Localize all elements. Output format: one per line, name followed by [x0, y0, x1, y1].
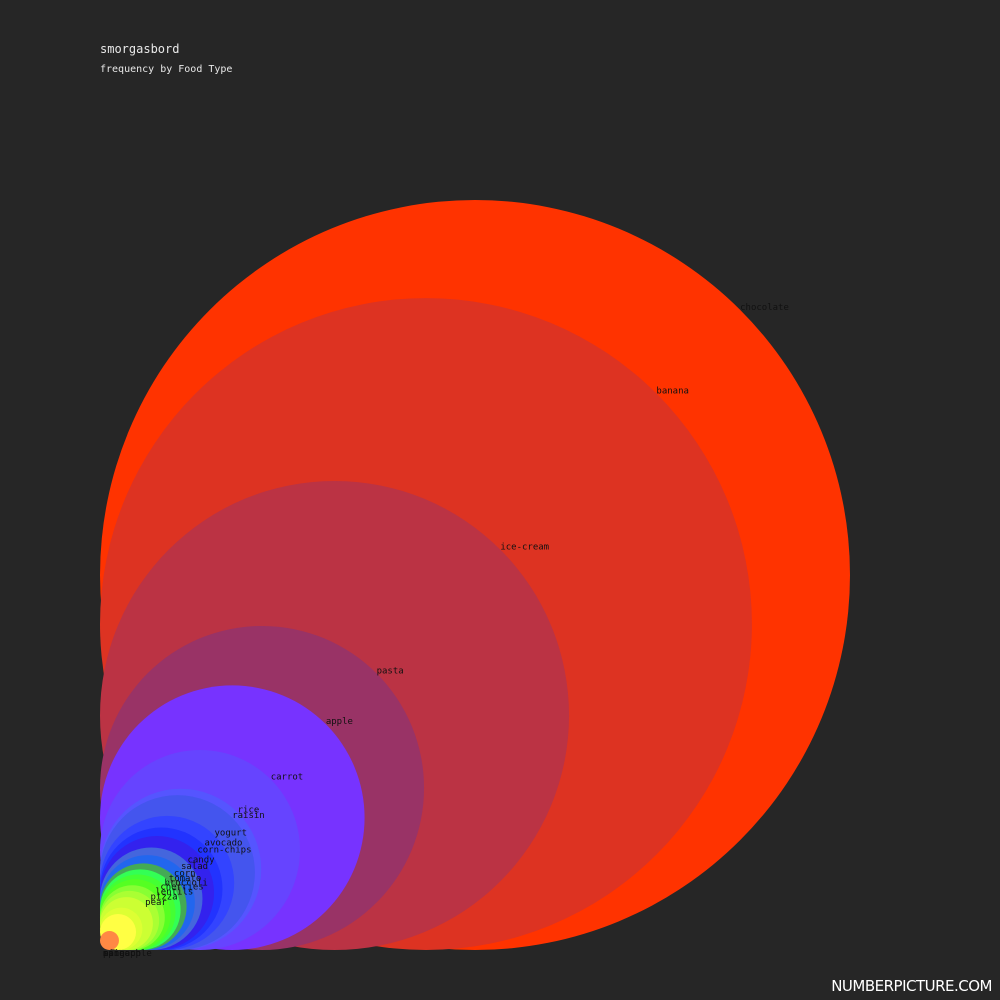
bubble-chart: chocolate banana ice-cream pasta apple carrot…: [99, 200, 850, 959]
bubble-label-banana: banana: [656, 387, 689, 397]
bubble-label-pineapple: pineapple: [103, 949, 152, 959]
brand-logo: NUMBERPICTURE.COM: [831, 977, 992, 995]
bubble-label-carrot: carrot: [271, 772, 304, 782]
bubble-label-raisin: raisin: [232, 811, 265, 821]
bubble-label-apple: apple: [326, 717, 353, 727]
bubble-label-yogurt: yogurt: [215, 828, 248, 838]
bubble-label-chocolate: chocolate: [740, 303, 789, 313]
bubble-label-ice-cream: ice-cream: [500, 543, 549, 553]
bubble-label-corn-chips: corn-chips: [197, 846, 251, 856]
bubble-label-pasta: pasta: [377, 666, 404, 676]
bubble-label-pear: pear: [145, 898, 167, 908]
bubble-pineapple[interactable]: [100, 931, 119, 951]
chart-stage: smorgasbord frequency by Food Type choco…: [0, 0, 1000, 1000]
